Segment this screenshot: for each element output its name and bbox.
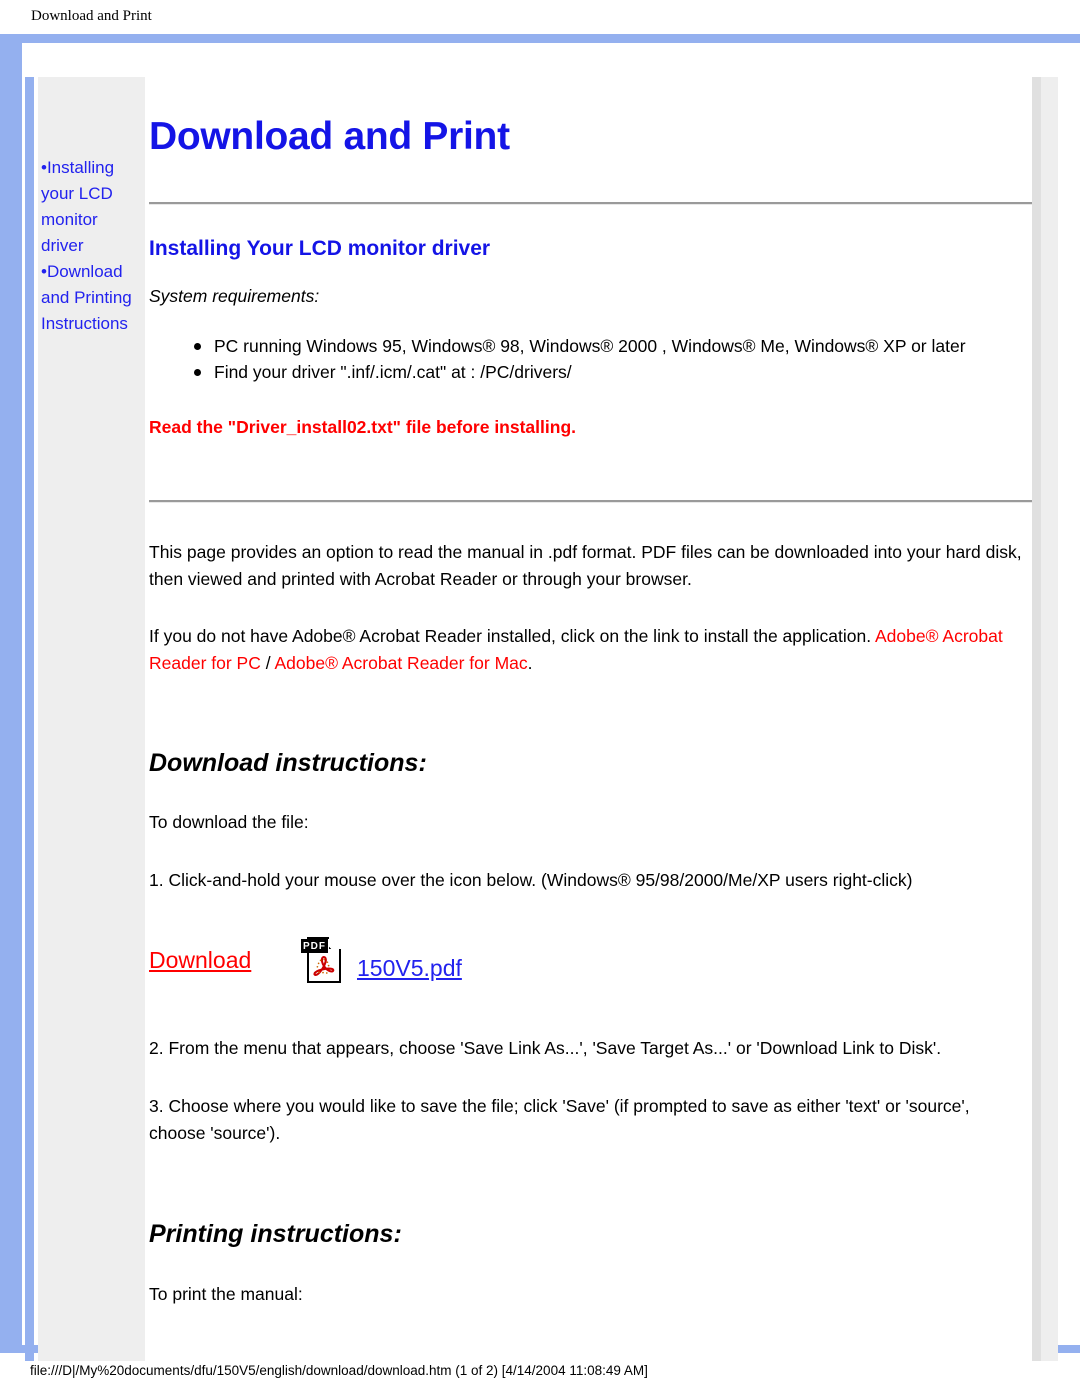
download-row: Download PDF 150V5.pdf [149,894,1032,992]
main-content: Download and Print Installing Your LCD m… [145,77,1032,1361]
sidebar-nav: •Installing your LCD monitor driver •Dow… [38,155,145,337]
link-separator: / [260,653,275,673]
download-intro-text: To download the file: [149,812,309,832]
list-item: PC running Windows 95, Windows® 98, Wind… [192,333,1032,359]
sidebar-accent-rule [25,77,34,1361]
right-gutter-shade [1032,77,1041,1361]
download-step-1: 1. Click-and-hold your mouse over the ic… [149,870,913,890]
acrobat-a-icon [313,955,335,976]
intro-paragraph-1: This page provides an option to read the… [149,542,1022,589]
sidebar-item-download-printing[interactable]: •Download and Printing Instructions [38,259,145,337]
paragraph-2-suffix: . [527,653,533,673]
requirements-list: PC running Windows 95, Windows® 98, Wind… [149,307,1032,385]
print-footer-path: file:///D|/My%20documents/dfu/150V5/engl… [30,1363,648,1378]
warning-text: Read the "Driver_install02.txt" file bef… [149,417,576,437]
page-frame: •Installing your LCD monitor driver •Dow… [0,34,1080,1361]
download-link[interactable]: Download [149,947,301,974]
list-item: Find your driver ".inf/.icm/.cat" at : /… [192,359,1032,385]
adobe-reader-mac-link[interactable]: Adobe® Acrobat Reader for Mac [274,653,527,673]
download-instructions-title: Download instructions: [149,749,427,777]
sidebar-item-installing-driver[interactable]: •Installing your LCD monitor driver [38,155,145,259]
print-header-title: Download and Print [31,8,152,24]
printing-intro-text: To print the manual: [149,1284,303,1304]
download-step-2: 2. From the menu that appears, choose 'S… [149,1038,942,1058]
printing-instructions-title: Printing instructions: [149,1220,402,1248]
sidebar: •Installing your LCD monitor driver •Dow… [38,77,145,1361]
pdf-label-badge: PDF [301,939,328,953]
pdf-file-icon[interactable]: PDF [301,935,343,985]
system-requirements-label: System requirements: [149,286,320,306]
download-step-3: 3. Choose where you would like to save t… [149,1096,970,1143]
pdf-fold-corner-icon [329,935,343,949]
sidebar-item-label: Installing your LCD monitor driver [41,158,115,255]
sidebar-item-label: Download and Printing Instructions [41,262,132,333]
divider-2-wrap [149,438,1032,503]
intro-paragraph-2: If you do not have Adobe® Acrobat Reader… [149,593,1029,677]
section-title: Installing Your LCD monitor driver [149,237,491,260]
paragraph-2-prefix: If you do not have Adobe® Acrobat Reader… [149,626,875,646]
pdf-filename-link[interactable]: 150V5.pdf [343,939,462,982]
page-title: Download and Print [149,115,510,158]
divider-1-wrap [149,159,1032,205]
